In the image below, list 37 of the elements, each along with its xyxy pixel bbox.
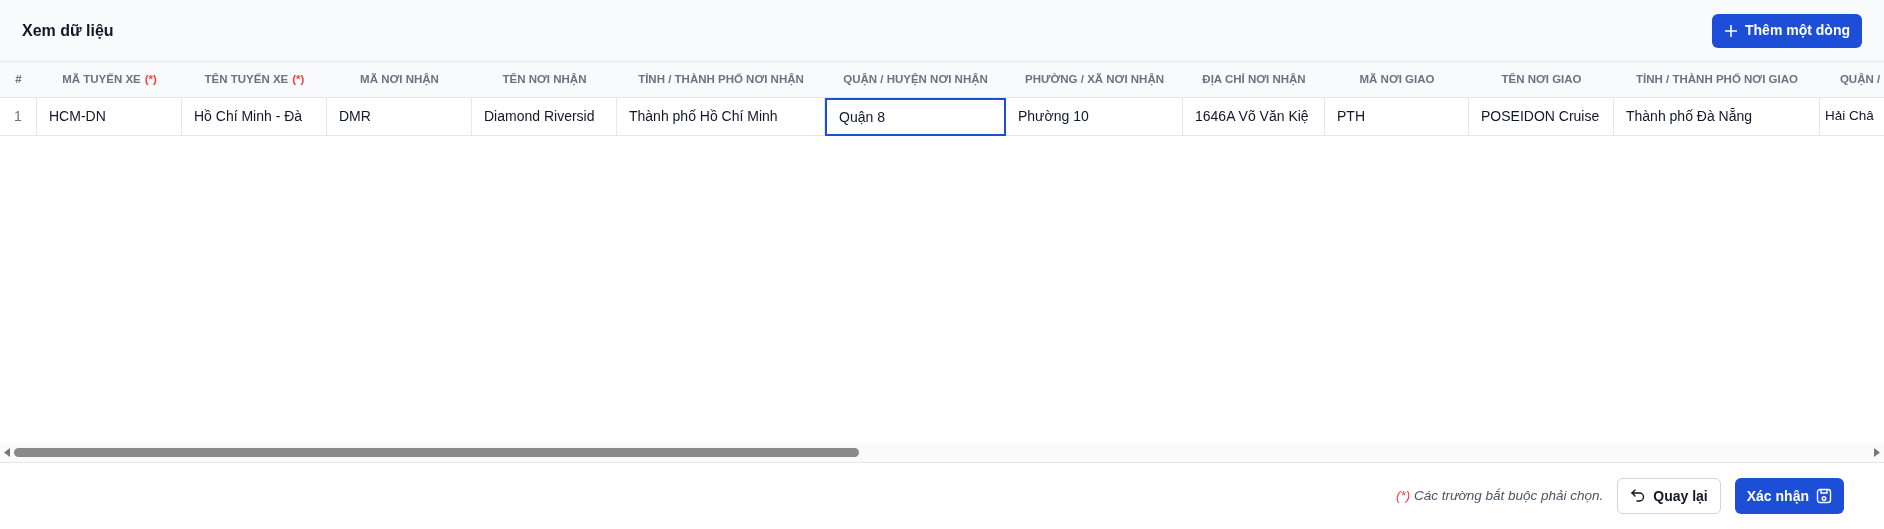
column-header: MÃ TUYẾN XE (*) [37,62,182,98]
undo-arrow-icon [1630,488,1647,504]
table-cell[interactable]: Phường 10 [1006,98,1183,136]
column-header: TÊN NƠI GIAO [1469,62,1614,98]
table-cell[interactable]: Hồ Chí Minh - Đà [182,98,327,136]
save-icon [1816,488,1832,504]
column-header: ĐỊA CHỈ NƠI NHẬN [1183,62,1325,98]
table-cell[interactable]: Thành phố Hồ Chí Minh [617,98,825,136]
page-title: Xem dữ liệu [22,20,114,41]
table-cell[interactable]: 1646A Võ Văn Kiệ [1183,98,1325,136]
scrollbar-thumb[interactable] [14,448,859,457]
column-header: MÃ NƠI GIAO [1325,62,1469,98]
column-header: TỈNH / THÀNH PHỐ NƠI NHẬN [617,62,825,98]
column-header: PHƯỜNG / XÃ NƠI NHẬN [1006,62,1183,98]
plus-icon [1724,23,1738,38]
table-cell[interactable]: DMR [327,98,472,136]
column-header: TỈNH / THÀNH PHỐ NƠI GIAO [1614,62,1820,98]
back-button[interactable]: Quay lại [1617,478,1721,514]
row-number: 1 [0,98,37,136]
confirm-button[interactable]: Xác nhận [1734,478,1844,514]
table-cell[interactable]: PTH [1325,98,1469,136]
table-cell[interactable]: Thành phố Đà Nẵng [1614,98,1820,136]
column-header: MÃ NƠI NHẬN [327,62,472,98]
table-cell[interactable]: HCM-DN [37,98,182,136]
column-header: QUẬN / [1820,62,1884,98]
add-row-button[interactable]: Thêm một dòng [1712,13,1862,48]
table-cell[interactable]: Hải Châ [1820,98,1884,136]
scroll-right-icon[interactable] [1874,448,1880,457]
table-cell[interactable]: Diamond Riversid [472,98,617,136]
editing-cell[interactable]: Quận 8 [825,98,1006,136]
column-header: TÊN NƠI NHẬN [472,62,617,98]
column-header: TÊN TUYẾN XE (*) [182,62,327,98]
required-note: (*) Các trường bắt buộc phải chọn. [1395,486,1604,505]
scroll-left-icon[interactable] [4,448,10,457]
column-header: QUẬN / HUYỆN NƠI NHẬN [825,62,1006,98]
table-cell[interactable]: POSEIDON Cruise [1469,98,1614,136]
column-header: # [0,62,37,98]
